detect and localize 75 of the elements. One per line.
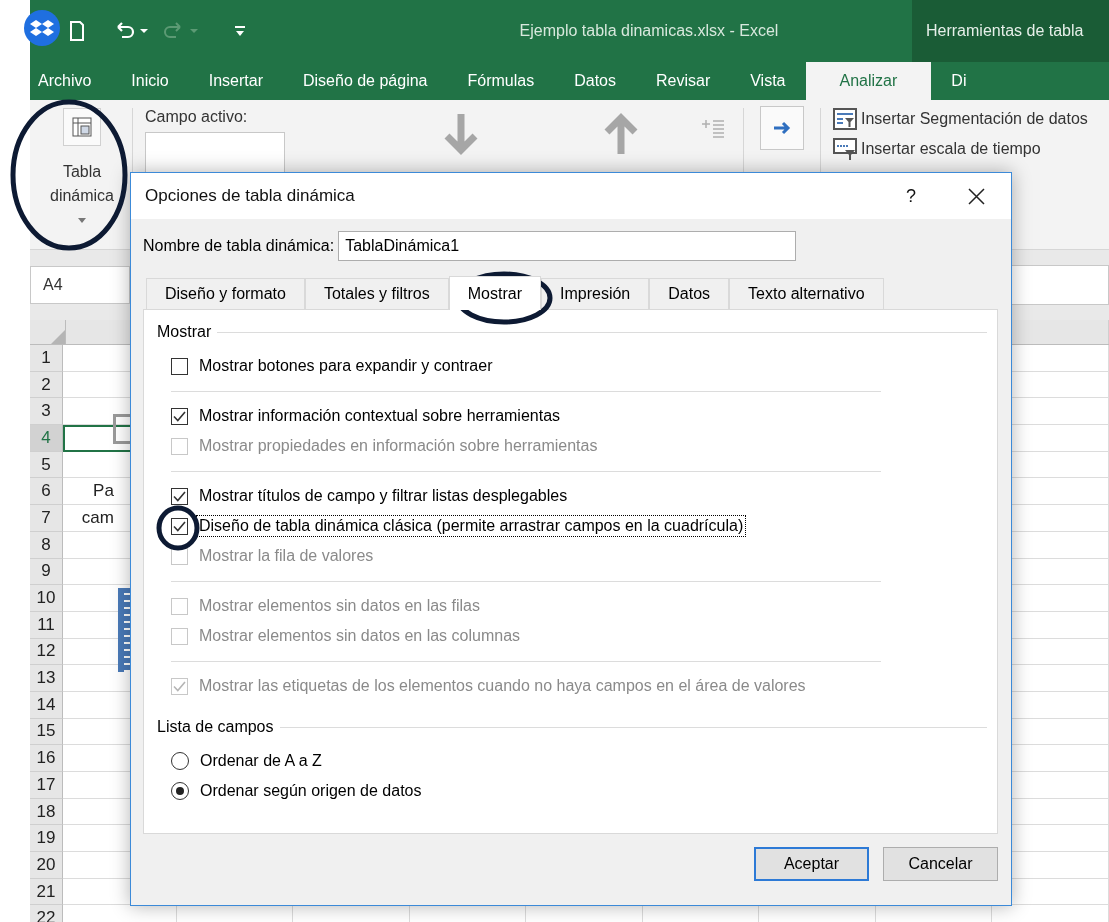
right-arrow-icon bbox=[773, 121, 791, 135]
ribbon-tab[interactable]: Fórmulas bbox=[447, 62, 555, 100]
row-header[interactable]: 13 bbox=[30, 665, 63, 692]
save-icon[interactable] bbox=[70, 21, 84, 41]
row-header[interactable]: 15 bbox=[30, 718, 63, 746]
dialog-button[interactable]: Cancelar bbox=[883, 847, 998, 881]
ribbon-command[interactable]: Insertar Segmentación de datos bbox=[833, 108, 1088, 130]
radio-button[interactable] bbox=[171, 782, 189, 800]
close-icon[interactable] bbox=[968, 187, 985, 205]
dialog-tab[interactable]: Diseño y formato bbox=[146, 278, 305, 309]
row-header[interactable]: 9 bbox=[30, 558, 63, 586]
section-heading: Mostrar bbox=[157, 323, 212, 341]
ribbon-tab[interactable]: Inicio bbox=[111, 62, 189, 100]
row-header[interactable]: 5 bbox=[30, 451, 63, 479]
ribbon-tab[interactable]: Di bbox=[931, 62, 987, 100]
box-logo-icon[interactable] bbox=[24, 10, 60, 46]
row-header[interactable]: 19 bbox=[30, 825, 63, 853]
arrow-button[interactable] bbox=[760, 106, 804, 150]
row-header[interactable]: 21 bbox=[30, 878, 63, 906]
name-input[interactable]: TablaDinámica1 bbox=[338, 231, 797, 261]
radio-label[interactable]: Ordenar de A a Z bbox=[198, 751, 324, 771]
name-label: Nombre de tabla dinámica: bbox=[143, 237, 335, 255]
row-header[interactable]: 2 bbox=[30, 371, 63, 399]
row-header[interactable]: 1 bbox=[30, 345, 63, 372]
radio-label[interactable]: Ordenar según origen de datos bbox=[198, 781, 424, 801]
active-field-label: Campo activo: bbox=[145, 108, 249, 126]
checkbox-label[interactable]: Mostrar títulos de campo y filtrar listas desplegables bbox=[197, 486, 570, 506]
table-icon bbox=[72, 117, 92, 137]
ribbon-tab[interactable]: Insertar bbox=[188, 62, 283, 100]
row-header[interactable]: 3 bbox=[30, 398, 63, 426]
row-header[interactable]: 10 bbox=[30, 585, 63, 612]
name-box[interactable]: A4 bbox=[30, 266, 130, 304]
dialog-tab[interactable]: Impresión bbox=[541, 278, 650, 309]
row-header[interactable]: 20 bbox=[30, 852, 63, 879]
checkbox-label[interactable]: Mostrar información contextual sobre herramientas bbox=[197, 406, 563, 426]
ribbon-tab[interactable]: Diseño de página bbox=[282, 62, 448, 100]
radio-button[interactable] bbox=[171, 752, 189, 770]
ribbon-tab[interactable]: Revisar bbox=[636, 62, 731, 100]
checkbox[interactable] bbox=[171, 407, 188, 425]
window-title: Ejemplo tabla dinamicas.xlsx - Excel bbox=[518, 22, 780, 40]
dialog-tab[interactable]: Totales y filtros bbox=[304, 278, 449, 309]
customize-toolbar-icon[interactable] bbox=[234, 25, 246, 37]
checkbox[interactable] bbox=[171, 357, 188, 375]
row-header[interactable]: 4 bbox=[30, 425, 63, 452]
checkbox[interactable] bbox=[171, 487, 188, 505]
row-header[interactable]: 11 bbox=[30, 611, 63, 639]
row-header[interactable]: 17 bbox=[30, 772, 63, 799]
section-heading: Lista de campos bbox=[157, 718, 274, 736]
ribbon-tab[interactable]: Analizar bbox=[805, 62, 932, 100]
row-header[interactable]: 12 bbox=[30, 638, 63, 666]
dialog-button[interactable]: Aceptar bbox=[754, 847, 869, 881]
checkbox-label[interactable]: Mostrar botones para expandir y contraer bbox=[197, 356, 495, 376]
checkbox-label[interactable]: Diseño de tabla dinámica clásica (permite arrastrar campos en la cuadrícula) bbox=[197, 516, 746, 536]
row-header[interactable]: 16 bbox=[30, 745, 63, 772]
active-field-input[interactable] bbox=[145, 132, 285, 174]
slicer-icon bbox=[833, 108, 857, 130]
checkbox[interactable] bbox=[171, 517, 188, 535]
caret-icon bbox=[78, 218, 86, 224]
dialog-tab[interactable]: Datos bbox=[649, 278, 730, 309]
timeline-icon bbox=[833, 138, 857, 160]
dialog-title: Opciones de tabla dinámica bbox=[145, 186, 356, 206]
annotation-circle bbox=[156, 505, 200, 551]
contextual-tab-group-title: Herramientas de tabla bbox=[912, 0, 1109, 62]
row-header[interactable]: 7 bbox=[30, 505, 63, 532]
row-header[interactable]: 18 bbox=[30, 798, 63, 826]
ribbon-command[interactable]: Insertar escala de tiempo bbox=[833, 138, 1088, 160]
dialog-tab[interactable]: Texto alternativo bbox=[729, 278, 884, 309]
help-button[interactable]: ? bbox=[906, 185, 916, 207]
row-header[interactable]: 8 bbox=[30, 531, 63, 559]
row-header[interactable]: 6 bbox=[30, 478, 63, 506]
row-header[interactable]: 14 bbox=[30, 691, 63, 719]
ribbon-tab[interactable]: Datos bbox=[554, 62, 636, 100]
ribbon-tab[interactable]: Archivo bbox=[30, 62, 112, 100]
ribbon-tab[interactable]: Vista bbox=[730, 62, 806, 100]
dialog-tab[interactable]: Mostrar bbox=[448, 276, 541, 310]
